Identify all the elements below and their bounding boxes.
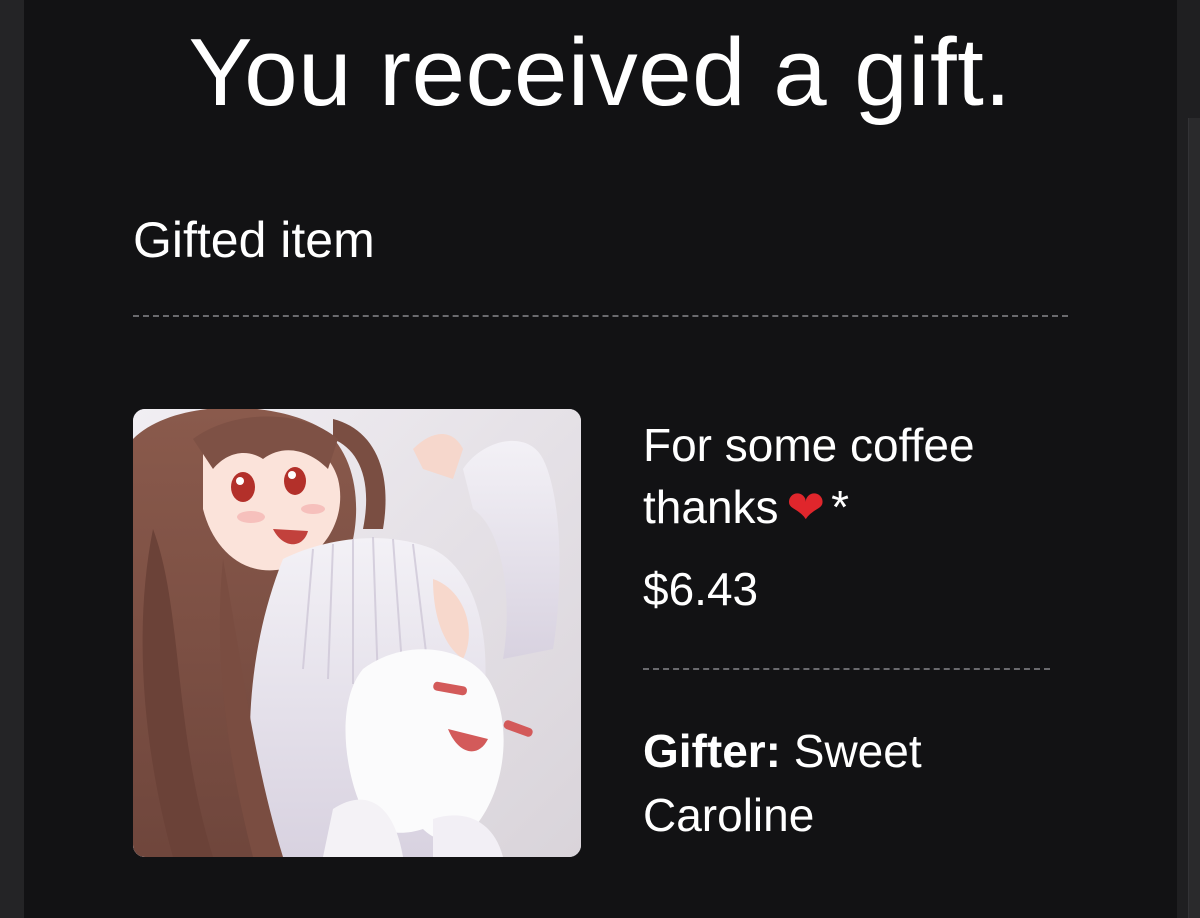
gift-item-name: For some coffee thanks ❤ * bbox=[643, 414, 1063, 538]
section-divider bbox=[133, 315, 1068, 317]
gifter-label: Gifter: bbox=[643, 725, 781, 777]
left-edge bbox=[0, 0, 24, 918]
gift-item-price: $6.43 bbox=[643, 563, 759, 615]
page-title: You received a gift. bbox=[188, 19, 1012, 126]
item-divider bbox=[643, 668, 1050, 670]
gift-item-artwork bbox=[133, 409, 581, 857]
gift-item-name-suffix: * bbox=[831, 481, 849, 533]
gift-item-image[interactable] bbox=[133, 409, 581, 857]
heart-icon: ❤ bbox=[786, 481, 826, 533]
scrollbar[interactable] bbox=[1188, 118, 1200, 918]
gifter-info: Gifter: Sweet Caroline bbox=[643, 719, 1043, 847]
gift-page: You received a gift. Gifted item For som… bbox=[0, 0, 1200, 918]
section-heading: Gifted item bbox=[133, 212, 375, 268]
